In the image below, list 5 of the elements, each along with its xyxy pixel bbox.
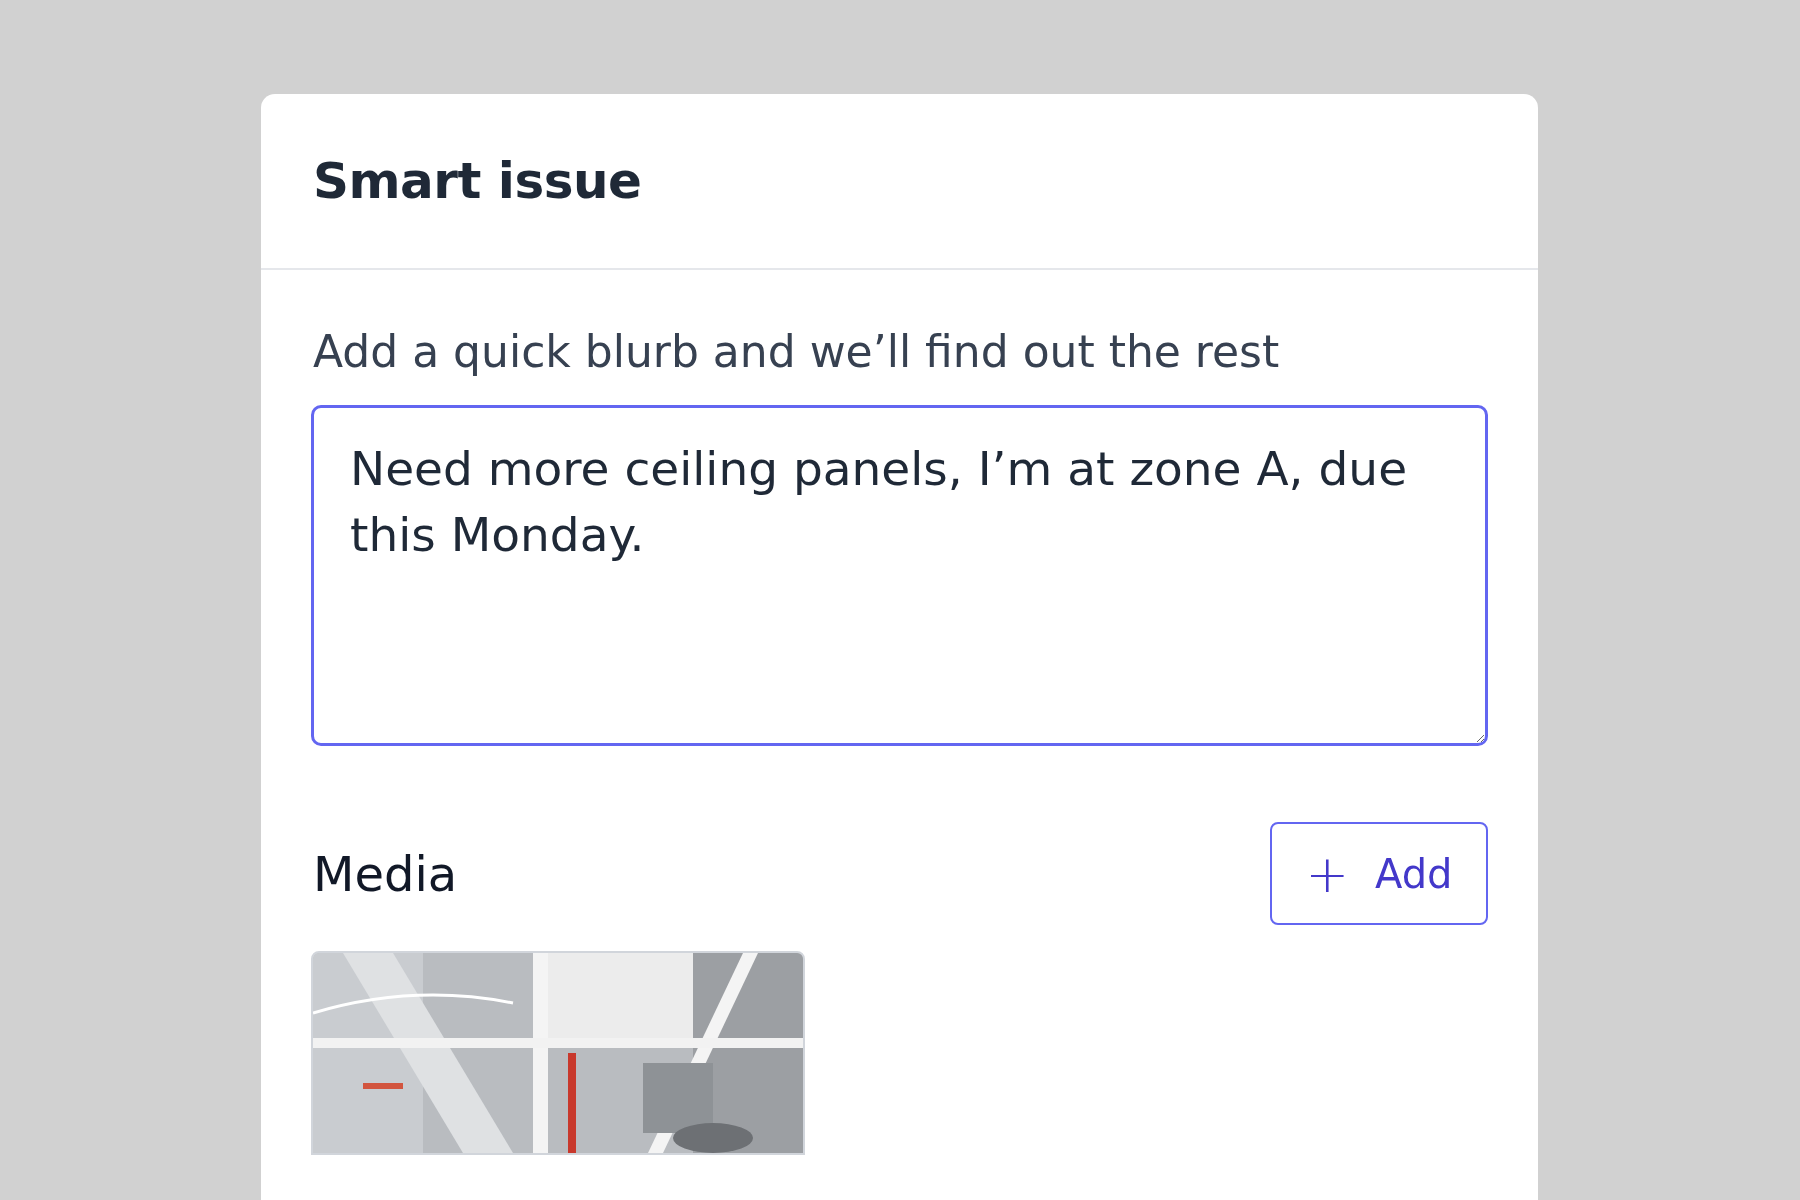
blurb-field[interactable]: Need more ceiling panels, I’m at zone A, due this Monday.: [311, 405, 1488, 746]
prompt-text: Add a quick blurb and we’ll find out the rest: [313, 326, 1281, 377]
add-button[interactable]: + Add: [1270, 822, 1488, 925]
dialog-title: Smart issue: [313, 152, 642, 210]
media-label: Media: [313, 845, 458, 902]
